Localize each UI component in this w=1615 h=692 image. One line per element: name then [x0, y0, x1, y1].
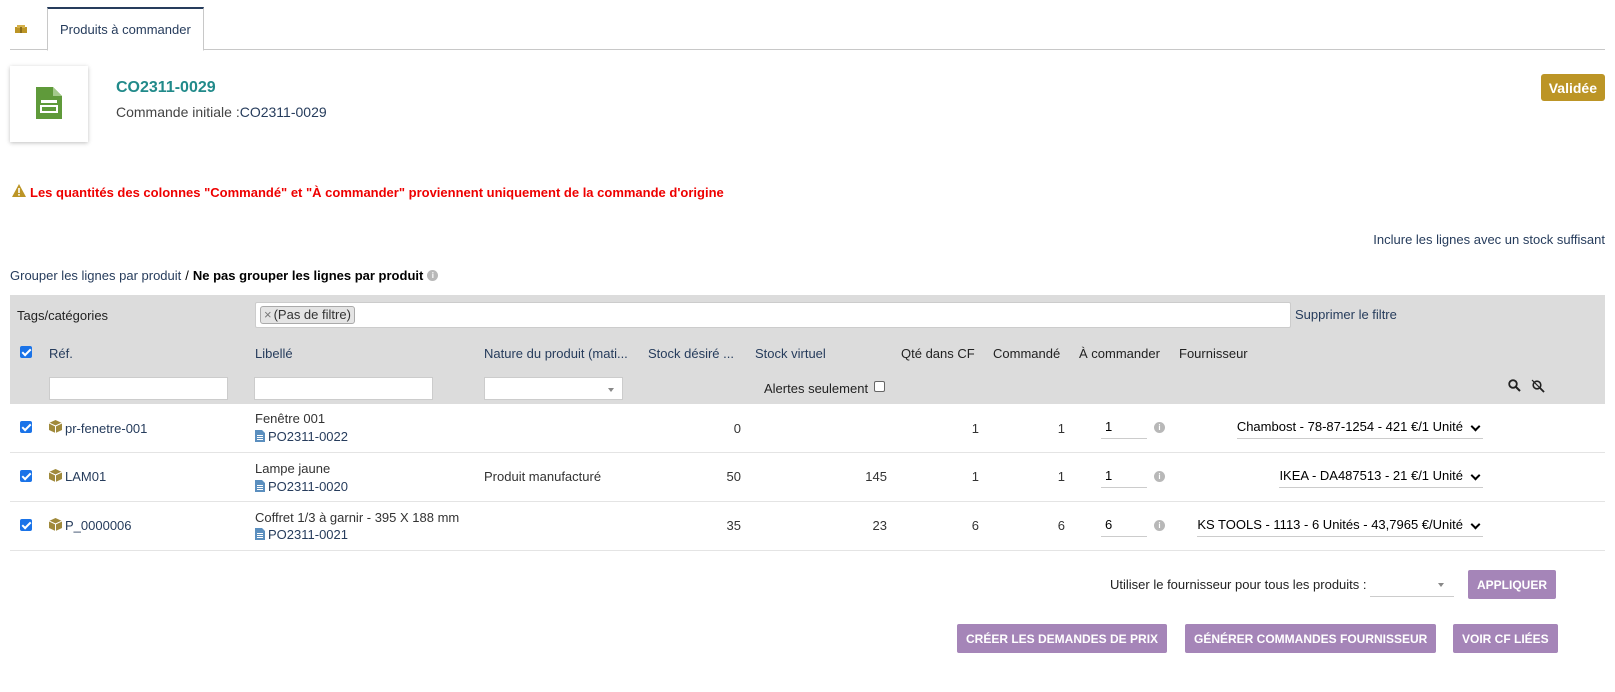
row-stock-desired: 50 [726, 469, 741, 484]
to-order-input[interactable]: 6 [1101, 513, 1147, 537]
row-checkbox[interactable] [20, 470, 32, 482]
to-order-input[interactable]: 1 [1101, 415, 1147, 439]
remove-filter-link[interactable]: Supprimer le filtre [1295, 307, 1397, 322]
supplier-select[interactable]: IKEA - DA487513 - 21 €/1 Unité [1279, 466, 1483, 488]
order-reference: CO2311-0029 [116, 79, 216, 96]
supplier-select[interactable]: KS TOOLS - 1113 - 6 Unités - 43,7965 €/U… [1197, 515, 1483, 537]
no-group-option: Ne pas grouper les lignes par produit [192, 268, 424, 283]
info-icon[interactable]: i [1154, 471, 1165, 482]
col-ref[interactable]: Réf. [49, 346, 73, 361]
product-icon [48, 469, 63, 485]
row-label: Lampe jaune [255, 461, 331, 476]
tab-products-to-order[interactable]: Produits à commander [47, 7, 204, 51]
table-header: Réf. Libellé Nature du produit (mati... … [10, 335, 1605, 370]
order-icon [255, 528, 265, 543]
tab-bar: Produits à commander [10, 0, 1605, 51]
tags-label: Tags/catégories [17, 308, 109, 323]
row-qty-cf: 1 [971, 421, 979, 436]
grouping-options: Grouper les lignes par produit / Ne pas … [10, 268, 439, 283]
order-icon [255, 430, 265, 445]
select-all-checkbox[interactable] [20, 346, 32, 358]
warning-icon [12, 184, 26, 200]
row-stock-virtual: 23 [872, 518, 887, 533]
tag-filter-row: Tags/catégories × (Pas de filtre) Supprim… [10, 295, 1605, 335]
chip-close-icon[interactable]: × [264, 307, 272, 322]
initial-order: Commande initiale :CO2311-0029 [116, 104, 327, 120]
row-qty-cf: 1 [971, 469, 979, 484]
initial-order-label: Commande initiale : [116, 104, 240, 120]
col-to-order: À commander [1079, 346, 1160, 361]
generate-supplier-orders-button[interactable]: GÉNÉRER COMMANDES FOURNISSEUR [1185, 624, 1437, 653]
row-ordered: 1 [1057, 421, 1065, 436]
apply-button[interactable]: APPLIQUER [1468, 570, 1557, 599]
row-stock-desired: 35 [726, 518, 741, 533]
supplier-select[interactable]: Chambost - 78-87-1254 - 421 €/1 Unité [1236, 417, 1483, 439]
table-row: LAM01 Lampe jaune PO2311-0020 Produit ma… [10, 453, 1605, 502]
row-po-link[interactable]: PO2311-0021 [268, 527, 348, 542]
row-stock-desired: 0 [733, 421, 741, 436]
box-icon[interactable] [14, 22, 28, 33]
nature-filter-select[interactable] [484, 377, 623, 400]
col-qty-cf: Qté dans CF [901, 346, 975, 361]
clear-filter-icon[interactable] [1531, 379, 1545, 396]
info-icon[interactable]: i [1154, 422, 1165, 433]
apply-supplier-select[interactable] [1370, 573, 1454, 597]
apply-supplier-label: Utiliser le fournisseur pour tous les pr… [1110, 577, 1367, 592]
table-row: P_0000006 Coffret 1/3 à garnir - 395 X 1… [10, 502, 1605, 551]
to-order-input[interactable]: 1 [1101, 464, 1147, 488]
row-nature: Produit manufacturé [484, 469, 602, 484]
col-supplier: Fournisseur [1179, 346, 1248, 361]
create-price-requests-button[interactable]: CRÉER LES DEMANDES DE PRIX [957, 624, 1168, 653]
include-sufficient-stock-link[interactable]: Inclure les lignes avec un stock suffisa… [1373, 232, 1605, 247]
row-label: Coffret 1/3 à garnir - 395 X 188 mm [255, 510, 460, 525]
filter-chip: × (Pas de filtre) [260, 306, 355, 324]
chip-label: (Pas de filtre) [273, 307, 351, 322]
row-checkbox[interactable] [20, 519, 32, 531]
tab-label: Produits à commander [60, 22, 191, 37]
info-icon[interactable]: i [427, 270, 439, 281]
col-stock-desired[interactable]: Stock désiré ... [648, 346, 734, 361]
row-po-link[interactable]: PO2311-0020 [268, 479, 348, 494]
group-by-product-link[interactable]: Grouper les lignes par produit [10, 268, 181, 283]
alerts-only-checkbox[interactable] [874, 381, 885, 392]
label-filter-input[interactable] [254, 377, 433, 400]
row-ref-link[interactable]: pr-fenetre-001 [65, 421, 147, 436]
info-icon[interactable]: i [1154, 520, 1165, 531]
row-label: Fenêtre 001 [255, 411, 326, 426]
warning-message: Les quantités des colonnes "Commandé" et… [12, 184, 724, 200]
order-icon [255, 480, 265, 495]
row-ref-link[interactable]: P_0000006 [65, 518, 132, 533]
col-label[interactable]: Libellé [255, 346, 293, 361]
ref-filter-input[interactable] [49, 377, 228, 400]
warning-text: Les quantités des colonnes "Commandé" et… [30, 184, 724, 200]
row-qty-cf: 6 [971, 518, 979, 533]
tags-select[interactable]: × (Pas de filtre) [255, 302, 1291, 328]
row-ordered: 1 [1057, 469, 1065, 484]
col-stock-virtual[interactable]: Stock virtuel [755, 346, 826, 361]
document-icon [36, 86, 62, 122]
row-stock-virtual: 145 [865, 469, 887, 484]
row-ref-link[interactable]: LAM01 [65, 469, 106, 484]
row-ordered: 6 [1057, 518, 1065, 533]
col-nature[interactable]: Nature du produit (mati... [484, 346, 628, 361]
search-icon[interactable] [1508, 379, 1521, 395]
product-icon [48, 420, 63, 436]
row-po-link[interactable]: PO2311-0022 [268, 429, 348, 444]
column-filters: Alertes seulement [10, 370, 1605, 404]
alerts-only-label: Alertes seulement [764, 381, 869, 396]
grouping-separator: / [185, 268, 189, 283]
initial-order-link[interactable]: CO2311-0029 [240, 104, 327, 120]
col-ordered: Commandé [993, 346, 1061, 361]
product-icon [48, 518, 63, 534]
table-row: pr-fenetre-001 Fenêtre 001 PO2311-0022 0… [10, 404, 1605, 453]
view-linked-orders-button[interactable]: VOIR CF LIÉES [1453, 624, 1558, 653]
status-badge: Validée [1540, 74, 1605, 101]
document-thumbnail [10, 66, 88, 142]
row-checkbox[interactable] [20, 421, 32, 433]
